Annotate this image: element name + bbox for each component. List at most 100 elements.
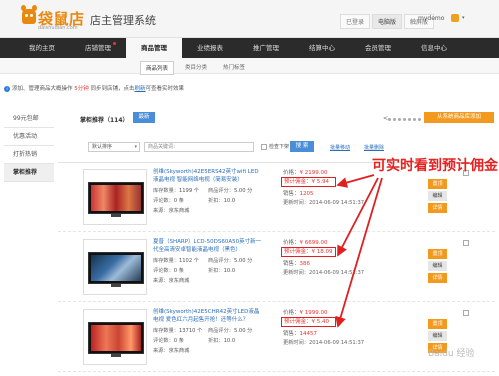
sales-label: 销售： [283,191,300,197]
edit-button[interactable]: 编辑 [428,331,447,341]
sales-row: 销售：14457 [283,329,317,337]
list-item: 创维(Skyworth)42E5ERS42英寸wifi LED液晶电视 智能网络… [58,165,495,232]
commission-box: 预计佣金：¥ 5.40 [281,317,336,327]
updated-value: 2014-06-09 14:51:37 [308,270,365,276]
inventory-row: 库存数量：1102 个 [153,257,199,264]
nav-promotion[interactable]: 推广管理 [238,38,294,58]
rating-row: 商品评分：5.00 分 [208,257,252,264]
sidebar-item-discounts[interactable]: 打折热销 [4,146,54,164]
discount-label: 折扣： [208,198,224,204]
product-thumbnail[interactable] [83,239,147,295]
rating-label: 商品评分： [208,188,234,194]
search-button[interactable]: 搜 索 [290,141,314,152]
sub-nav: 商品列表 类目分类 热门标签 [0,58,499,75]
refresh-link[interactable]: 刷新 [135,86,146,92]
tab-newest[interactable]: 最新 [133,112,155,123]
nav-home[interactable]: 我的主页 [14,38,70,58]
chevron-down-icon[interactable]: ▾ [462,15,465,21]
nav-settlement[interactable]: 结算中心 [294,38,350,58]
checkbox-label: 检查下架 [269,144,290,150]
nav-products[interactable]: 商品管理 [126,38,182,58]
info-icon: i [4,85,10,92]
rating-label: 商品评分： [208,258,234,264]
sidebar-item-promotions[interactable]: 优惠活动 [4,128,54,146]
updated-row: 更新时间：2014-06-09 14:51:37 [283,269,364,276]
product-title[interactable]: 创维(Skyworth)42E5ERS42英寸wifi LED液晶电视 智能网络… [153,168,263,184]
product-thumbnail[interactable] [83,309,147,365]
source-value: 京东商城 [168,208,190,214]
details-button[interactable]: 详情 [428,203,447,213]
price-label: 价格： [283,310,300,316]
sort-select-value: 默认排序 [92,144,113,150]
inventory-label: 库存数量： [153,328,179,334]
sidebar-item-free-shipping[interactable]: 99元包邮 [4,110,54,128]
top-link-desktop[interactable]: 电脑版 [372,14,403,29]
notice-bar: i 添加、管理商品大概操作 5分钟 同步到店铺，点击刷新可查看实时效果 [4,84,184,92]
tab-categories[interactable]: 类目分类 [180,61,212,75]
reviews-value: 0 条 [173,268,184,274]
tv-image [88,322,144,354]
product-list: 创维(Skyworth)42E5ERS42英寸wifi LED液晶电视 智能网络… [58,162,495,376]
top-link-logged-in[interactable]: 已登录 [340,14,371,29]
product-thumbnail[interactable] [83,169,147,225]
price-row: 价格：¥ 6699.00 [283,238,328,246]
app-title: 店主管理系统 [90,14,156,27]
kangaroo-logo-icon[interactable] [21,5,37,24]
commission-label: 预计佣金： [284,249,312,255]
nav-shop[interactable]: 店铺管理 [70,38,126,58]
sort-select[interactable]: 默认排序 ▾ [88,142,140,152]
product-title[interactable]: 夏普（SHARP）LCD-50DS60A50英寸新一代全高清安卓智能液晶电视（黑… [153,238,263,254]
tab-product-list[interactable]: 商品列表 [140,61,175,75]
tab-recommended[interactable]: 掌柜推荐（114） [80,115,129,124]
tv-screen [91,325,141,351]
main-nav: 我的主页 店铺管理 商品管理 业绩报表 推广管理 结算中心 会员管理 信息中心 [0,38,499,58]
user-name[interactable]: mydemo [418,15,444,22]
discount-value: 10.0 [223,268,236,274]
commission-box: 预计佣金：¥ 5.94 [281,177,336,187]
tab-hot-tags[interactable]: 热门标签 [218,61,250,75]
sales-value: 386 [299,261,311,267]
pager-dots[interactable] [388,118,421,121]
reviews-row: 评论数：0 条 [153,267,184,274]
details-button[interactable]: 详情 [428,273,447,283]
product-title[interactable]: 创维(Skyworth)42E5CHR42英寸LED液晶电视 爱色红六月起售开抢… [153,308,263,324]
pin-button[interactable]: 置顶 [428,249,447,259]
keyword-input[interactable]: 商品关键词： [144,142,254,152]
discount-label: 折扣： [208,268,224,274]
user-badge-icon [451,14,459,22]
nav-members[interactable]: 会员管理 [350,38,406,58]
discount-row: 折扣：10.0 [208,197,235,204]
inventory-label: 库存数量： [153,258,179,264]
nav-shop-label: 店铺管理 [85,44,111,52]
updated-row: 更新时间：2014-06-09 14:51:37 [283,199,364,206]
commission-value: ¥ 5.94 [311,179,330,185]
pager-dot [403,118,406,121]
inventory-row: 库存数量：1199 个 [153,187,199,194]
watermark: Baidu 经验 [428,349,475,359]
batch-move-link[interactable]: 批量移动 [330,144,350,151]
add-from-library-button[interactable]: 从系统商品库添加 [424,112,494,123]
pin-button[interactable]: 置顶 [428,319,447,329]
discount-value: 10.0 [223,198,236,204]
check-offshelf[interactable]: 检查下架 [261,143,289,150]
notice-text: 同步到店铺，点击 [88,86,135,92]
sales-label: 销售： [283,331,300,337]
nav-reports[interactable]: 业绩报表 [182,38,238,58]
updated-row: 更新时间：2014-06-09 14:51:37 [283,339,364,346]
pager-dot [408,118,411,121]
edit-button[interactable]: 编辑 [428,261,447,271]
notice-highlight: 5分钟 [74,86,89,92]
edit-button[interactable]: 编辑 [428,191,447,201]
commission-label: 预计佣金： [284,319,312,325]
commission-label: 预计佣金： [284,179,312,185]
row-checkbox[interactable] [463,310,469,316]
source-row: 来源：京东商城 [153,207,189,214]
row-checkbox[interactable] [463,240,469,246]
checkbox[interactable] [261,143,267,150]
batch-delete-link[interactable]: 批量删除 [364,144,384,151]
sidebar: 99元包邮 优惠活动 打折热销 掌柜推荐 [4,110,54,182]
pin-button[interactable]: 置顶 [428,179,447,189]
sidebar-item-recommended[interactable]: 掌柜推荐 [4,164,54,182]
nav-messages[interactable]: 信息中心 [406,38,462,58]
pager-dot [393,118,396,121]
